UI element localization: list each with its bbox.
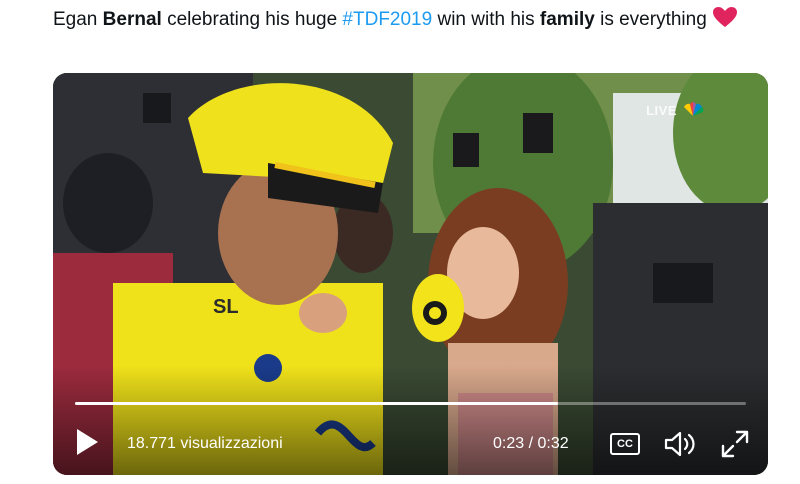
hashtag-link[interactable]: #TDF2019 [342,9,432,30]
progress-bar[interactable] [75,402,746,405]
video-player[interactable]: SL LIVE 18.771 visualizzazioni 0:23 / 0:… [53,73,768,475]
cc-label: CC [617,438,633,450]
view-count: 18.771 visualizzazioni [127,435,283,452]
nbc-peacock-icon [682,101,704,120]
volume-button[interactable] [663,429,699,459]
volume-icon [664,431,695,457]
tweet-text-part: is everything [594,9,713,30]
tweet-text: Egan Bernal celebrating his huge #TDF201… [53,6,753,36]
controls-gradient [53,365,768,475]
tweet-text-part: win with his [432,9,540,30]
tweet-bold-family: family [539,9,595,30]
heart-emoji-icon [712,6,738,36]
play-button[interactable] [75,428,99,456]
fullscreen-button[interactable] [720,429,750,459]
fullscreen-icon [721,430,749,458]
tweet-text-part: Egan [53,9,103,30]
live-badge: LIVE [646,101,704,120]
progress-fill [75,402,559,405]
live-label: LIVE [646,103,677,118]
tweet-text-part: celebrating his huge [161,9,343,30]
tweet-bold-name: Bernal [102,9,162,30]
time-display: 0:23 / 0:32 [493,435,569,452]
svg-text:SL: SL [213,296,239,318]
play-icon [77,429,98,455]
captions-button[interactable]: CC [610,433,640,455]
